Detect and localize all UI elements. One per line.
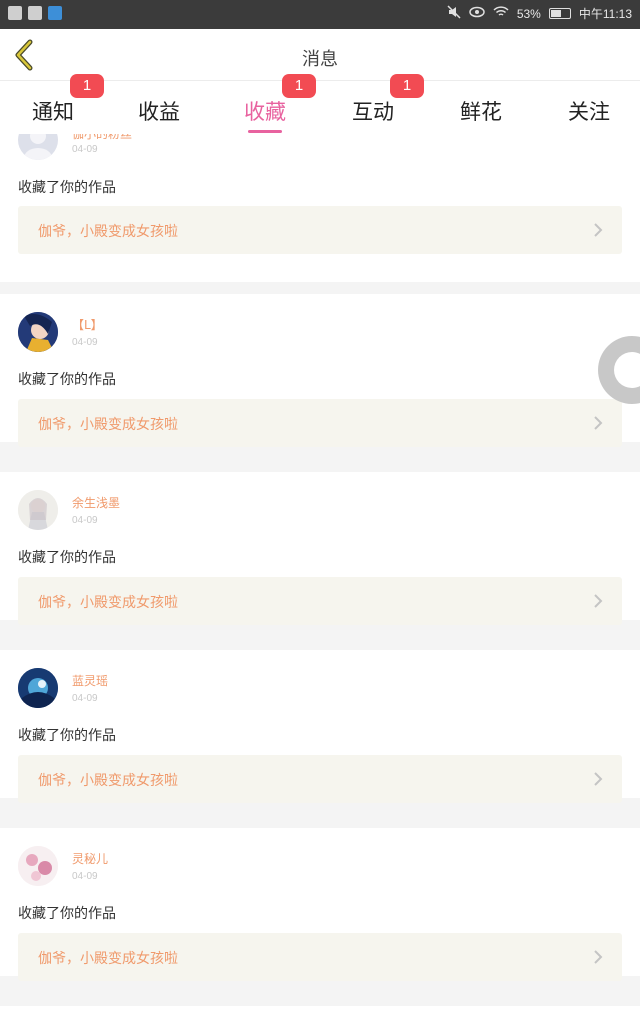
- avatar[interactable]: [18, 846, 58, 886]
- chevron-right-icon: [594, 594, 603, 608]
- timestamp: 04-09: [72, 515, 98, 526]
- page-title: 消息: [302, 49, 338, 70]
- tab-label: 通知: [32, 100, 74, 124]
- clock: 中午11:13: [578, 7, 632, 21]
- avatar[interactable]: [18, 490, 58, 530]
- tab-interactions[interactable]: 互动 1: [320, 74, 426, 134]
- mute-icon: [447, 5, 461, 22]
- chevron-right-icon: [594, 950, 603, 964]
- tab-label: 收藏: [244, 100, 286, 124]
- username[interactable]: 蓝灵瑶: [72, 672, 108, 689]
- notification-icon: [8, 6, 22, 20]
- action-text: 收藏了你的作品: [18, 550, 116, 566]
- tab-follows[interactable]: 关注: [536, 82, 640, 134]
- floating-button-center: [614, 352, 640, 388]
- timestamp: 04-09: [72, 693, 98, 704]
- wifi-icon: [493, 6, 509, 21]
- tab-notice[interactable]: 通知 1: [0, 74, 106, 134]
- avatar[interactable]: [18, 134, 58, 160]
- action-text: 收藏了你的作品: [18, 906, 116, 922]
- work-title: 伽爷，小殿变成女孩啦: [38, 951, 178, 967]
- battery-icon: [548, 8, 571, 19]
- timestamp: 04-09: [72, 871, 98, 882]
- work-link[interactable]: 伽爷，小殿变成女孩啦: [18, 933, 622, 981]
- app-icon: [48, 6, 62, 20]
- list-item: 伽小的粉丝 04-09 收藏了你的作品 伽爷，小殿变成女孩啦: [0, 134, 640, 282]
- work-title: 伽爷，小殿变成女孩啦: [38, 773, 178, 789]
- list-item: 【L】 04-09 收藏了你的作品 伽爷，小殿变成女孩啦: [0, 294, 640, 447]
- tab-flowers[interactable]: 鲜花: [428, 82, 534, 134]
- username[interactable]: 余生浅墨: [72, 494, 120, 511]
- tab-earnings[interactable]: 收益: [106, 82, 212, 134]
- work-title: 伽爷，小殿变成女孩啦: [38, 417, 178, 433]
- status-bar: 53% 中午11:13: [0, 0, 640, 29]
- active-tab-indicator: [248, 130, 282, 133]
- timestamp: 04-09: [72, 337, 98, 348]
- action-text: 收藏了你的作品: [18, 728, 116, 744]
- work-link[interactable]: 伽爷，小殿变成女孩啦: [18, 577, 622, 625]
- battery-percent: 53%: [516, 6, 541, 21]
- tab-favorites[interactable]: 收藏 1: [212, 74, 318, 134]
- message-feed[interactable]: 伽小的粉丝 04-09 收藏了你的作品 伽爷，小殿变成女孩啦 【L】 04-09…: [0, 134, 640, 1024]
- chevron-right-icon: [594, 772, 603, 786]
- username[interactable]: 【L】: [72, 316, 103, 333]
- action-text: 收藏了你的作品: [18, 372, 116, 388]
- list-item: 余生浅墨 04-09 收藏了你的作品 伽爷，小殿变成女孩啦: [0, 472, 640, 625]
- notification-icon: [28, 6, 42, 20]
- list-item: 蓝灵瑶 04-09 收藏了你的作品 伽爷，小殿变成女孩啦: [0, 650, 640, 803]
- unread-badge: 1: [70, 74, 104, 98]
- work-title: 伽爷，小殿变成女孩啦: [38, 595, 178, 611]
- work-link[interactable]: 伽爷，小殿变成女孩啦: [18, 755, 622, 803]
- tab-bar: 通知 1 收益 收藏 1 互动 1 鲜花 关注: [0, 74, 640, 134]
- tab-label: 互动: [352, 100, 394, 124]
- status-right: 53% 中午11:13: [447, 5, 632, 22]
- unread-badge: 1: [390, 74, 424, 98]
- avatar[interactable]: [18, 668, 58, 708]
- list-item: [0, 1006, 640, 1024]
- avatar[interactable]: [18, 312, 58, 352]
- username[interactable]: 灵秘儿: [72, 850, 108, 867]
- list-item: 灵秘儿 04-09 收藏了你的作品 伽爷，小殿变成女孩啦: [0, 828, 640, 981]
- tab-label: 鲜花: [460, 100, 502, 124]
- work-link[interactable]: 伽爷，小殿变成女孩啦: [18, 399, 622, 447]
- work-title: 伽爷，小殿变成女孩啦: [38, 224, 178, 240]
- eye-icon: [469, 6, 485, 21]
- chevron-right-icon: [594, 223, 603, 237]
- unread-badge: 1: [282, 74, 316, 98]
- tab-label: 收益: [138, 100, 180, 124]
- work-link[interactable]: 伽爷，小殿变成女孩啦: [18, 206, 622, 254]
- timestamp: 04-09: [72, 144, 98, 155]
- status-left-icons: [8, 6, 62, 20]
- tab-label: 关注: [568, 100, 610, 124]
- username[interactable]: 伽小的粉丝: [72, 134, 132, 142]
- chevron-right-icon: [594, 416, 603, 430]
- action-text: 收藏了你的作品: [18, 180, 116, 196]
